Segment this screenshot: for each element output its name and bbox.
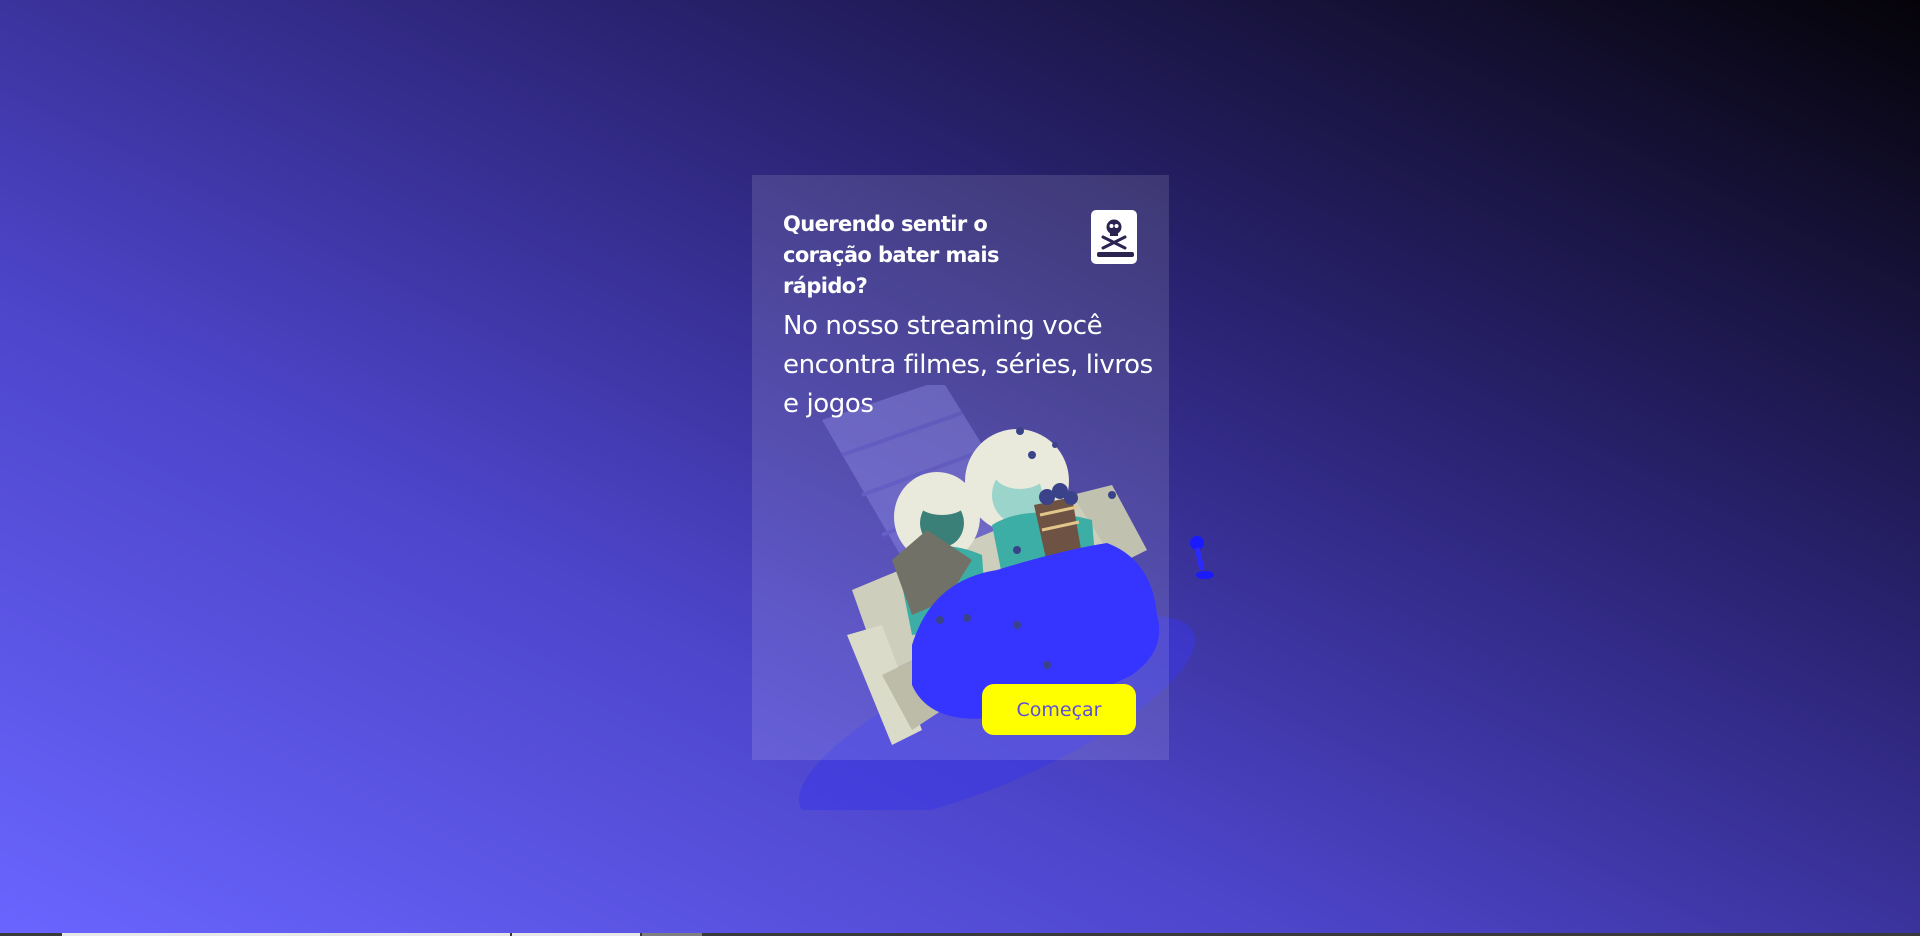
card-description: No nosso streaming você encontra filmes,… bbox=[783, 311, 1153, 419]
joystick-shape bbox=[1190, 536, 1214, 579]
card-title: Querendo sentir o coração bater mais ráp… bbox=[783, 212, 999, 298]
promo-card: Querendo sentir o coração bater mais ráp… bbox=[752, 175, 1169, 760]
skull-book-icon bbox=[1091, 210, 1137, 264]
start-button[interactable]: Começar bbox=[982, 684, 1136, 735]
